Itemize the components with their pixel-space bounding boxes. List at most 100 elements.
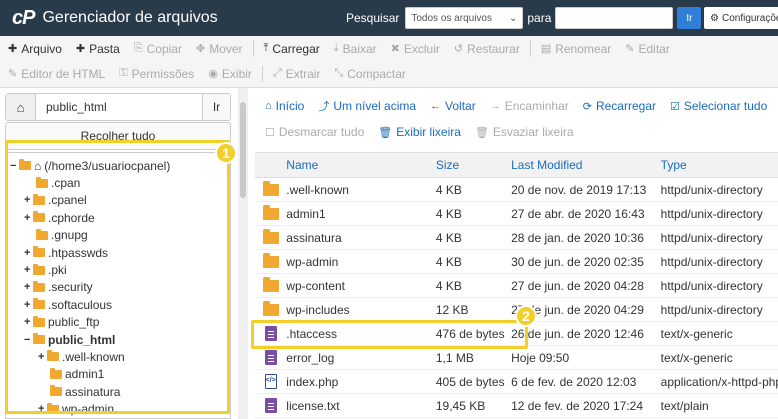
file-name: index.php — [286, 374, 339, 389]
baixar-button[interactable]: ⤓ Baixar — [334, 42, 377, 56]
file-size: 4 KB — [435, 206, 462, 221]
toolbar-separator — [261, 65, 263, 82]
settings-button[interactable]: ⚙Configurações — [704, 7, 778, 29]
table-row[interactable]: assinatura 4 KB 28 de jan. de 2020 10:36 ht… — [255, 226, 778, 250]
table-row[interactable]: .well-known 4 KB 20 de nov. de 2019 17:13 h… — [255, 178, 778, 202]
file-name: error_log — [286, 350, 335, 365]
exibir-button[interactable]: ◉ Exibir — [208, 67, 252, 81]
folder-icon — [262, 228, 279, 244]
checkbox-empty-icon: ☐ — [265, 126, 275, 139]
copiar-button[interactable]: ⎘ Copiar — [134, 42, 182, 56]
encaminhar-label: Encaminhar — [504, 99, 569, 113]
in-cio-button[interactable]: ⌂ Início — [265, 99, 304, 113]
file-name: wp-content — [286, 278, 345, 293]
file-type: text/x-generic — [660, 326, 733, 341]
restore-icon: ↺ — [453, 43, 464, 55]
file-size: 1,1 MB — [435, 350, 474, 365]
baixar-label: Baixar — [342, 41, 377, 56]
editor-de-html-button[interactable]: ✎ Editor de HTML — [8, 67, 105, 81]
search-go-button[interactable]: Ir — [677, 7, 702, 29]
table-header: Name Size Last Modified Type — [255, 152, 778, 178]
voltar-button[interactable]: ← Voltar — [430, 99, 476, 113]
file-modified: 6 de fev. de 2020 12:03 — [511, 374, 637, 389]
rename-icon: ▤ — [540, 43, 552, 55]
file-type: text/plain — [660, 398, 709, 413]
desmarcar-tudo-button[interactable]: ☐ Desmarcar tudo — [265, 125, 364, 139]
arquivo-label: Arquivo — [21, 41, 62, 56]
file-name: wp-admin — [286, 254, 339, 269]
column-header-type[interactable]: Type — [661, 158, 778, 172]
editar-button[interactable]: ✎ Editar — [625, 42, 670, 56]
cpanel-logo[interactable]: cP Gerenciador de arquivos — [12, 7, 218, 30]
gear-icon: ⚙ — [710, 12, 719, 24]
search-input[interactable] — [555, 7, 674, 29]
path-go-button[interactable]: Ir — [202, 94, 230, 120]
home-icon: ⌂ — [265, 100, 272, 112]
toolbar-row-2: ✎ Editor de HTML ⚿ Permissões ◉ Exibir ⤢ Extrai… — [0, 61, 778, 86]
editar-label: Editar — [638, 41, 670, 56]
file-modified: 30 de jun. de 2020 02:35 — [511, 254, 644, 269]
carregar-button[interactable]: ⤒ Carregar — [264, 42, 320, 56]
restaurar-button[interactable]: ↺ Restaurar — [454, 42, 520, 56]
table-row[interactable]: license.txt 19,45 KB 12 de fev. de 2020 17… — [255, 394, 778, 418]
um-n-vel-acima-label: Um nível acima — [333, 99, 417, 113]
extrair-label: Extrair — [285, 66, 321, 81]
selecionar-tudo-button[interactable]: ☑ Selecionar tudo — [670, 99, 767, 113]
table-row[interactable]: admin1 4 KB 27 de abr. de 2020 16:43 httpd/… — [255, 202, 778, 226]
pasta-label: Pasta — [89, 41, 120, 56]
compactar-button[interactable]: ⤡ Compactar — [334, 67, 406, 81]
um-n-vel-acima-button[interactable]: ⤴ Um nível acima — [318, 98, 416, 114]
file-size: 4 KB — [435, 254, 462, 269]
file-icon-cell — [255, 252, 286, 268]
chevron-down-icon: ⌄ — [508, 12, 518, 24]
file-modified: Hoje 09:50 — [511, 350, 570, 365]
copiar-label: Copiar — [146, 41, 182, 56]
carregar-label: Carregar — [272, 41, 320, 56]
table-row[interactable]: error_log 1,1 MB Hoje 09:50 text/x-generic — [255, 346, 778, 370]
table-row[interactable]: wp-content 4 KB 27 de jun. de 2020 04:28 ht… — [255, 274, 778, 298]
extrair-button[interactable]: ⤢ Extrair — [273, 67, 320, 81]
mover-label: Mover — [209, 41, 243, 56]
file-icon-cell — [255, 350, 286, 365]
text-file-icon — [264, 398, 277, 413]
renomear-button[interactable]: ▤ Renomear — [541, 42, 611, 56]
pasta-button[interactable]: ✚ Pasta — [76, 42, 120, 56]
file-type: httpd/unix-directory — [660, 230, 763, 245]
file-type: httpd/unix-directory — [660, 278, 763, 293]
forward-arrow-icon: → — [489, 100, 501, 112]
file-size: 4 KB — [435, 182, 462, 197]
delete-icon: ✖ — [390, 43, 400, 55]
mover-button[interactable]: ✥ Mover — [196, 42, 243, 56]
tree-scrollbar[interactable] — [238, 88, 248, 419]
cpanel-logo-mark: cP — [12, 6, 35, 29]
recarregar-label: Recarregar — [595, 99, 656, 113]
encaminhar-button[interactable]: → Encaminhar — [490, 99, 569, 113]
plus-icon: ✚ — [75, 43, 86, 55]
esvaziar-lixeira-button[interactable]: 🗑 Esvaziar lixeira — [475, 125, 574, 139]
compactar-label: Compactar — [347, 66, 406, 81]
path-input[interactable]: public_html — [36, 94, 202, 120]
table-row[interactable]: </> index.php 405 de bytes 6 de fev. de 202… — [255, 370, 778, 394]
permiss-es-button[interactable]: ⚿ Permissões — [119, 67, 194, 81]
key-icon: ⚿ — [119, 67, 128, 79]
excluir-button[interactable]: ✖ Excluir — [391, 42, 440, 56]
exibir-lixeira-button[interactable]: 🗑 Exibir lixeira — [378, 125, 461, 139]
voltar-label: Voltar — [445, 99, 476, 113]
column-header-name[interactable]: Name — [286, 158, 436, 172]
file-icon-cell — [255, 228, 286, 244]
column-header-size[interactable]: Size — [436, 158, 511, 172]
file-modified: 26 de jun. de 2020 12:46 — [511, 326, 644, 341]
para-label: para — [527, 11, 552, 25]
file-name: license.txt — [286, 398, 340, 413]
search-scope-select[interactable]: Todos os arquivos ⌄ — [405, 7, 524, 29]
copy-icon: ⎘ — [133, 42, 143, 54]
folder-icon — [262, 180, 279, 196]
home-icon[interactable]: ⌂ — [6, 94, 36, 120]
folder-icon — [262, 300, 279, 316]
column-header-modified[interactable]: Last Modified — [511, 158, 661, 172]
table-row[interactable]: wp-admin 4 KB 30 de jun. de 2020 02:35 http… — [255, 250, 778, 274]
arquivo-button[interactable]: ✚ Arquivo — [8, 42, 62, 56]
scrollbar-thumb[interactable] — [240, 102, 246, 198]
file-size: 4 KB — [435, 230, 462, 245]
recarregar-button[interactable]: ⟳ Recarregar — [583, 99, 656, 113]
